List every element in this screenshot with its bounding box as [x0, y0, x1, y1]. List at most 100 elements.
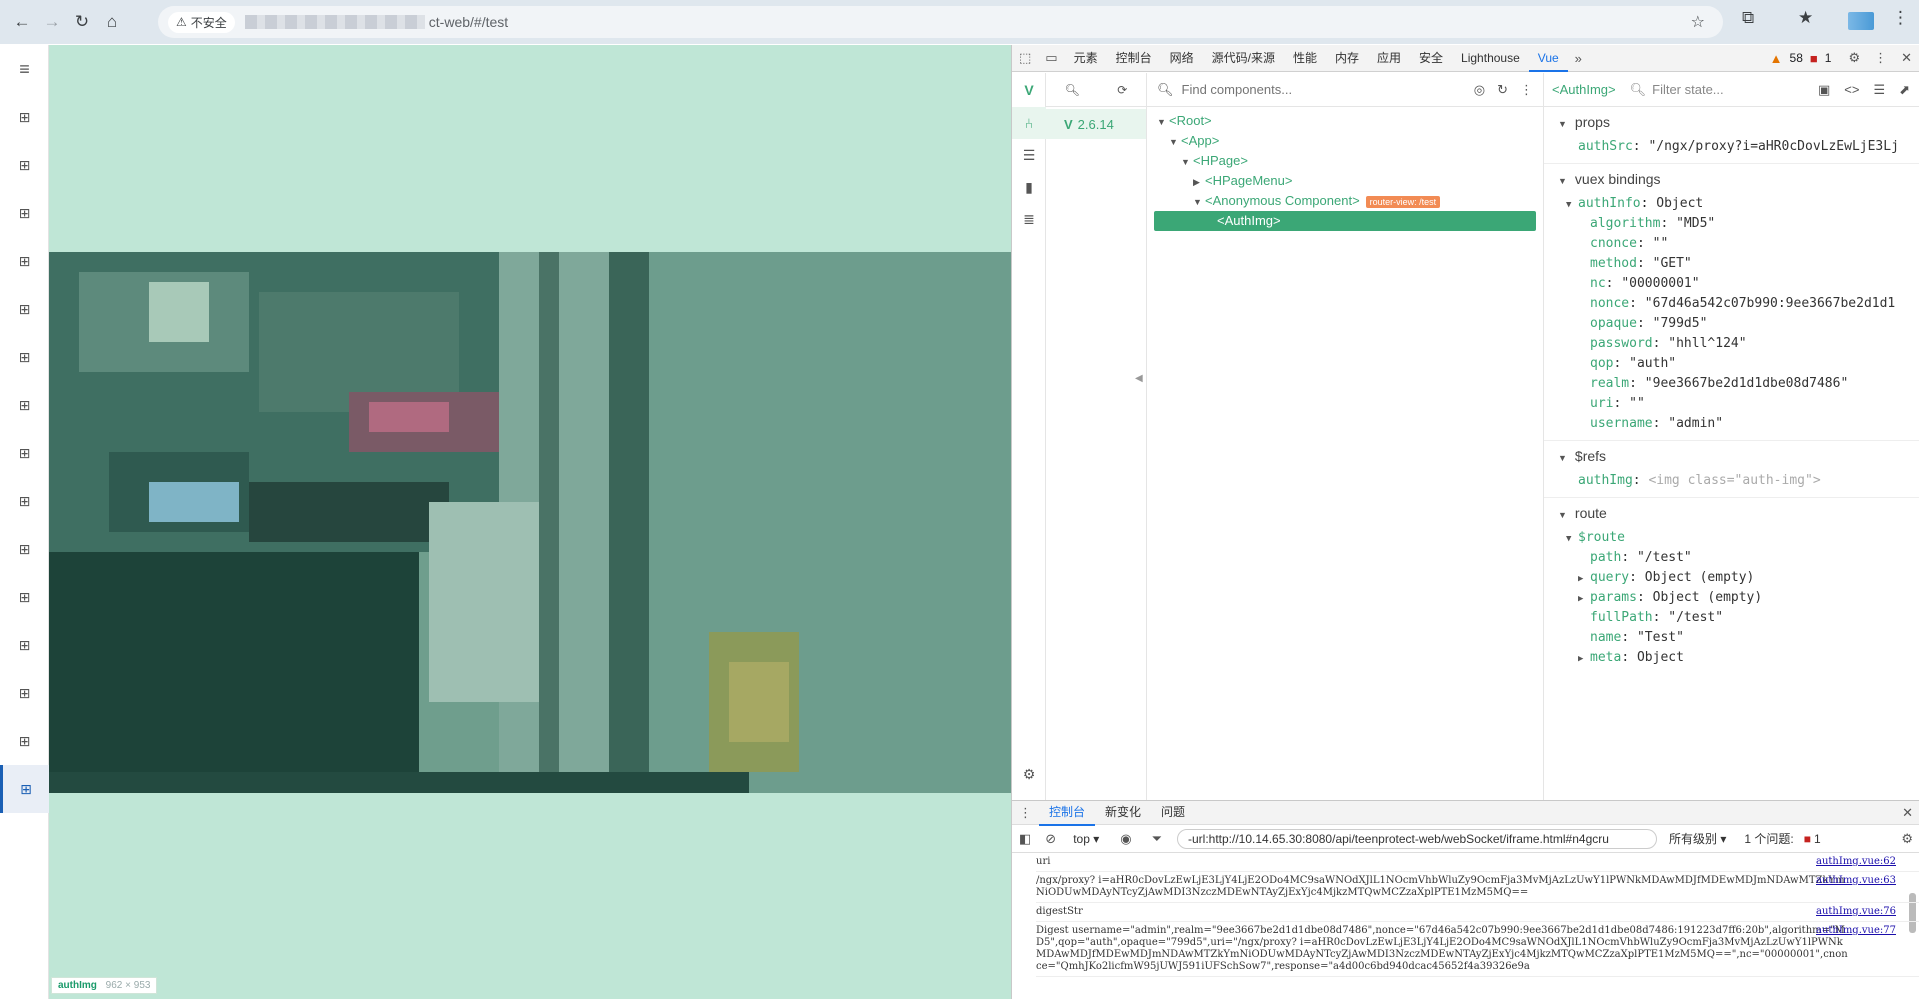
- state-field[interactable]: path: "/test": [1544, 548, 1919, 568]
- more-tabs-icon[interactable]: »: [1568, 51, 1589, 66]
- sidebar-item[interactable]: ⊞: [0, 333, 49, 381]
- more-vertical-icon[interactable]: ⋮: [1892, 8, 1909, 28]
- home-icon[interactable]: ⌂: [98, 8, 126, 36]
- sidebar-item[interactable]: ⊞: [0, 429, 49, 477]
- sidebar-item[interactable]: ⊞: [0, 717, 49, 765]
- console-tab[interactable]: 控制台: [1039, 800, 1096, 826]
- state-section-title[interactable]: ▼ props: [1544, 107, 1919, 137]
- tree-node[interactable]: ▼ <App>: [1147, 131, 1543, 151]
- state-field[interactable]: username: "admin": [1544, 414, 1919, 434]
- tree-node[interactable]: ▼ <HPage>: [1147, 151, 1543, 171]
- sidebar-item[interactable]: ⊞: [0, 525, 49, 573]
- sidebar-item[interactable]: ⊞: [0, 621, 49, 669]
- inspect-dom-icon[interactable]: ☰: [1873, 82, 1885, 98]
- issues-label[interactable]: 1 个问题:: [1744, 830, 1793, 847]
- sidebar-item[interactable]: ⊞: [0, 573, 49, 621]
- expand-arrow-icon[interactable]: ▶: [1193, 172, 1205, 192]
- sidebar-item[interactable]: ⊞: [0, 285, 49, 333]
- state-field[interactable]: authImg: <img class="auth-img">: [1544, 471, 1919, 491]
- expand-arrow-icon[interactable]: ▼: [1193, 192, 1205, 212]
- devtools-tab[interactable]: Vue: [1528, 45, 1568, 72]
- state-field[interactable]: password: "hhll^124": [1544, 334, 1919, 354]
- security-indicator[interactable]: ⚠ 不安全: [168, 11, 235, 33]
- expand-arrow-icon[interactable]: ▼: [1169, 132, 1181, 152]
- device-toolbar-icon[interactable]: ▭: [1038, 50, 1064, 66]
- devtools-tab[interactable]: 性能: [1284, 45, 1326, 72]
- code-icon[interactable]: <>: [1844, 82, 1859, 97]
- state-field[interactable]: authSrc: "/ngx/proxy?i=aHR0cDovLzEwLjE3L…: [1544, 137, 1919, 157]
- refresh-icon[interactable]: ⟳: [1117, 83, 1127, 97]
- console-tab[interactable]: 新变化: [1095, 800, 1151, 826]
- expand-arrow-icon[interactable]: ▼: [1566, 529, 1578, 549]
- context-select[interactable]: top ▾: [1073, 832, 1099, 846]
- profile-avatar-icon[interactable]: [1848, 12, 1874, 30]
- state-field[interactable]: algorithm: "MD5": [1544, 214, 1919, 234]
- state-field[interactable]: ▶ meta: Object: [1544, 648, 1919, 668]
- devtools-tab[interactable]: 控制台: [1107, 45, 1161, 72]
- forward-arrow-icon[interactable]: →: [38, 8, 66, 36]
- state-field[interactable]: opaque: "799d5": [1544, 314, 1919, 334]
- routes-list-icon[interactable]: ≣: [1012, 203, 1046, 235]
- source-link[interactable]: authImg.vue:63: [1816, 875, 1896, 887]
- filter-state-input[interactable]: Filter state...: [1652, 82, 1724, 97]
- devtools-tab[interactable]: 内存: [1326, 45, 1368, 72]
- tree-node[interactable]: ▼ <Root>: [1147, 111, 1543, 131]
- collapse-handle-icon[interactable]: ◀: [1135, 373, 1143, 384]
- state-field[interactable]: name: "Test": [1544, 628, 1919, 648]
- console-tab[interactable]: 问题: [1151, 800, 1195, 826]
- sidebar-toggle-icon[interactable]: ◧: [1012, 831, 1038, 847]
- state-field[interactable]: nc: "00000001": [1544, 274, 1919, 294]
- sidebar-item[interactable]: ⊞: [0, 669, 49, 717]
- close-drawer-icon[interactable]: ✕: [1895, 805, 1919, 821]
- expand-arrow-icon[interactable]: ▼: [1181, 152, 1193, 172]
- state-field[interactable]: uri: "": [1544, 394, 1919, 414]
- state-section-title[interactable]: ▼ route: [1544, 498, 1919, 528]
- tree-node[interactable]: ▼ <Anonymous Component> router-view: /test: [1147, 191, 1543, 211]
- state-field[interactable]: ▶ params: Object (empty): [1544, 588, 1919, 608]
- reload-icon[interactable]: ↻: [68, 8, 96, 36]
- timeline-icon[interactable]: ☰: [1012, 139, 1046, 171]
- state-section-title[interactable]: ▼ vuex bindings: [1544, 164, 1919, 194]
- tree-node[interactable]: ▶ <HPageMenu>: [1147, 171, 1543, 191]
- levels-select[interactable]: 所有级别 ▾: [1669, 830, 1726, 847]
- screenshot-icon[interactable]: ▣: [1818, 82, 1830, 98]
- sidebar-item[interactable]: ⊞: [0, 765, 49, 813]
- devtools-tab[interactable]: 元素: [1065, 45, 1107, 72]
- expand-arrow-icon[interactable]: ▶: [1578, 649, 1590, 669]
- open-external-icon[interactable]: ⬈: [1899, 82, 1910, 98]
- settings-gear-icon[interactable]: ⚙: [1841, 50, 1867, 66]
- extensions-icon[interactable]: ⧉: [1742, 8, 1754, 28]
- settings-gear-icon[interactable]: ⚙: [1894, 831, 1919, 847]
- sidebar-item[interactable]: ⊞: [0, 93, 49, 141]
- sidebar-item[interactable]: ⊞: [0, 381, 49, 429]
- hamburger-icon[interactable]: ≡: [0, 45, 49, 93]
- more-vertical-icon[interactable]: ⋮: [1012, 805, 1039, 821]
- find-components-input[interactable]: [1181, 82, 1462, 97]
- state-field[interactable]: ▼ authInfo: Object: [1544, 194, 1919, 214]
- eye-icon[interactable]: ◉: [1113, 831, 1138, 847]
- state-section-title[interactable]: ▼ $refs: [1544, 441, 1919, 471]
- devtools-tab[interactable]: 源代码/来源: [1203, 45, 1284, 72]
- close-icon[interactable]: ✕: [1894, 50, 1919, 66]
- refresh-icon[interactable]: ↻: [1497, 82, 1508, 98]
- sidebar-item[interactable]: ⊞: [0, 237, 49, 285]
- devtools-tab[interactable]: 安全: [1410, 45, 1452, 72]
- inspect-element-icon[interactable]: ⬚: [1012, 50, 1038, 66]
- sidebar-item[interactable]: ⊞: [0, 141, 49, 189]
- more-vertical-icon[interactable]: ⋮: [1520, 82, 1533, 98]
- source-link[interactable]: authImg.vue:62: [1816, 856, 1896, 868]
- source-link[interactable]: authImg.vue:77: [1816, 925, 1896, 937]
- components-icon[interactable]: ⑃: [1012, 107, 1046, 139]
- more-vertical-icon[interactable]: ⋮: [1867, 50, 1894, 66]
- back-arrow-icon[interactable]: ←: [8, 8, 36, 36]
- state-field[interactable]: cnonce: "": [1544, 234, 1919, 254]
- warning-count[interactable]: 58: [1790, 51, 1803, 65]
- tree-node[interactable]: <AuthImg>: [1154, 211, 1536, 231]
- source-link[interactable]: authImg.vue:76: [1816, 906, 1896, 918]
- vuex-icon[interactable]: ▮: [1012, 171, 1046, 203]
- state-field[interactable]: qop: "auth": [1544, 354, 1919, 374]
- state-field[interactable]: realm: "9ee3667be2d1d1dbe08d7486": [1544, 374, 1919, 394]
- state-field[interactable]: method: "GET": [1544, 254, 1919, 274]
- state-field[interactable]: fullPath: "/test": [1544, 608, 1919, 628]
- expand-arrow-icon[interactable]: ▶: [1578, 569, 1590, 589]
